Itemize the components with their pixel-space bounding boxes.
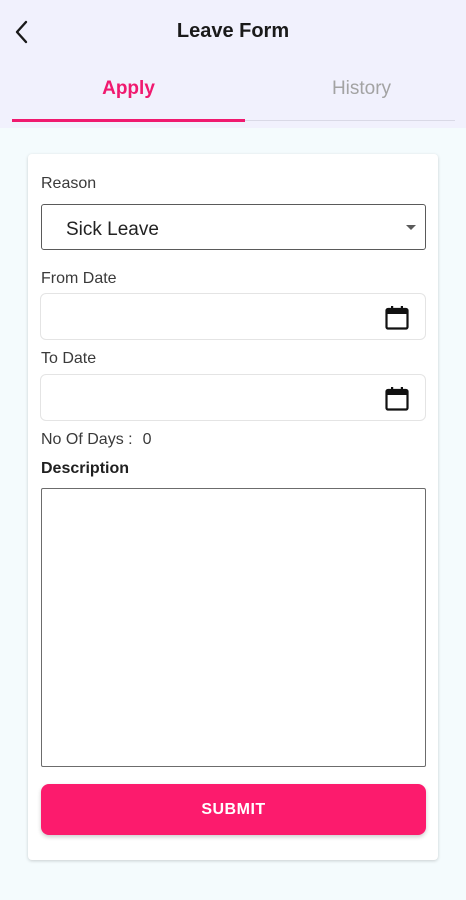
days-label: No Of Days :: [41, 431, 133, 448]
from-date-field[interactable]: [40, 293, 426, 340]
tab-history[interactable]: History: [245, 78, 466, 108]
app-header: Leave Form Apply History: [0, 0, 466, 128]
calendar-icon[interactable]: [385, 386, 409, 411]
to-date-label: To Date: [41, 350, 97, 367]
reason-select-value: Sick Leave: [66, 219, 159, 240]
description-input[interactable]: [41, 488, 426, 767]
tab-apply[interactable]: Apply: [12, 78, 245, 108]
calendar-icon[interactable]: [385, 305, 409, 330]
description-label: Description: [41, 460, 130, 477]
leave-form-card: Reason Sick Leave From Date To Date No O…: [28, 154, 438, 860]
caret-down-icon: [406, 225, 416, 230]
days-value: 0: [142, 431, 152, 448]
from-date-label: From Date: [41, 270, 117, 287]
to-date-field[interactable]: [40, 374, 426, 421]
tab-divider: [245, 120, 455, 121]
reason-label: Reason: [41, 175, 97, 192]
days-row: No Of Days : 0: [41, 431, 151, 449]
submit-button[interactable]: SUBMIT: [41, 784, 426, 835]
page-title: Leave Form: [176, 20, 290, 42]
active-tab-indicator: [12, 119, 245, 122]
reason-select[interactable]: Sick Leave: [41, 204, 426, 250]
